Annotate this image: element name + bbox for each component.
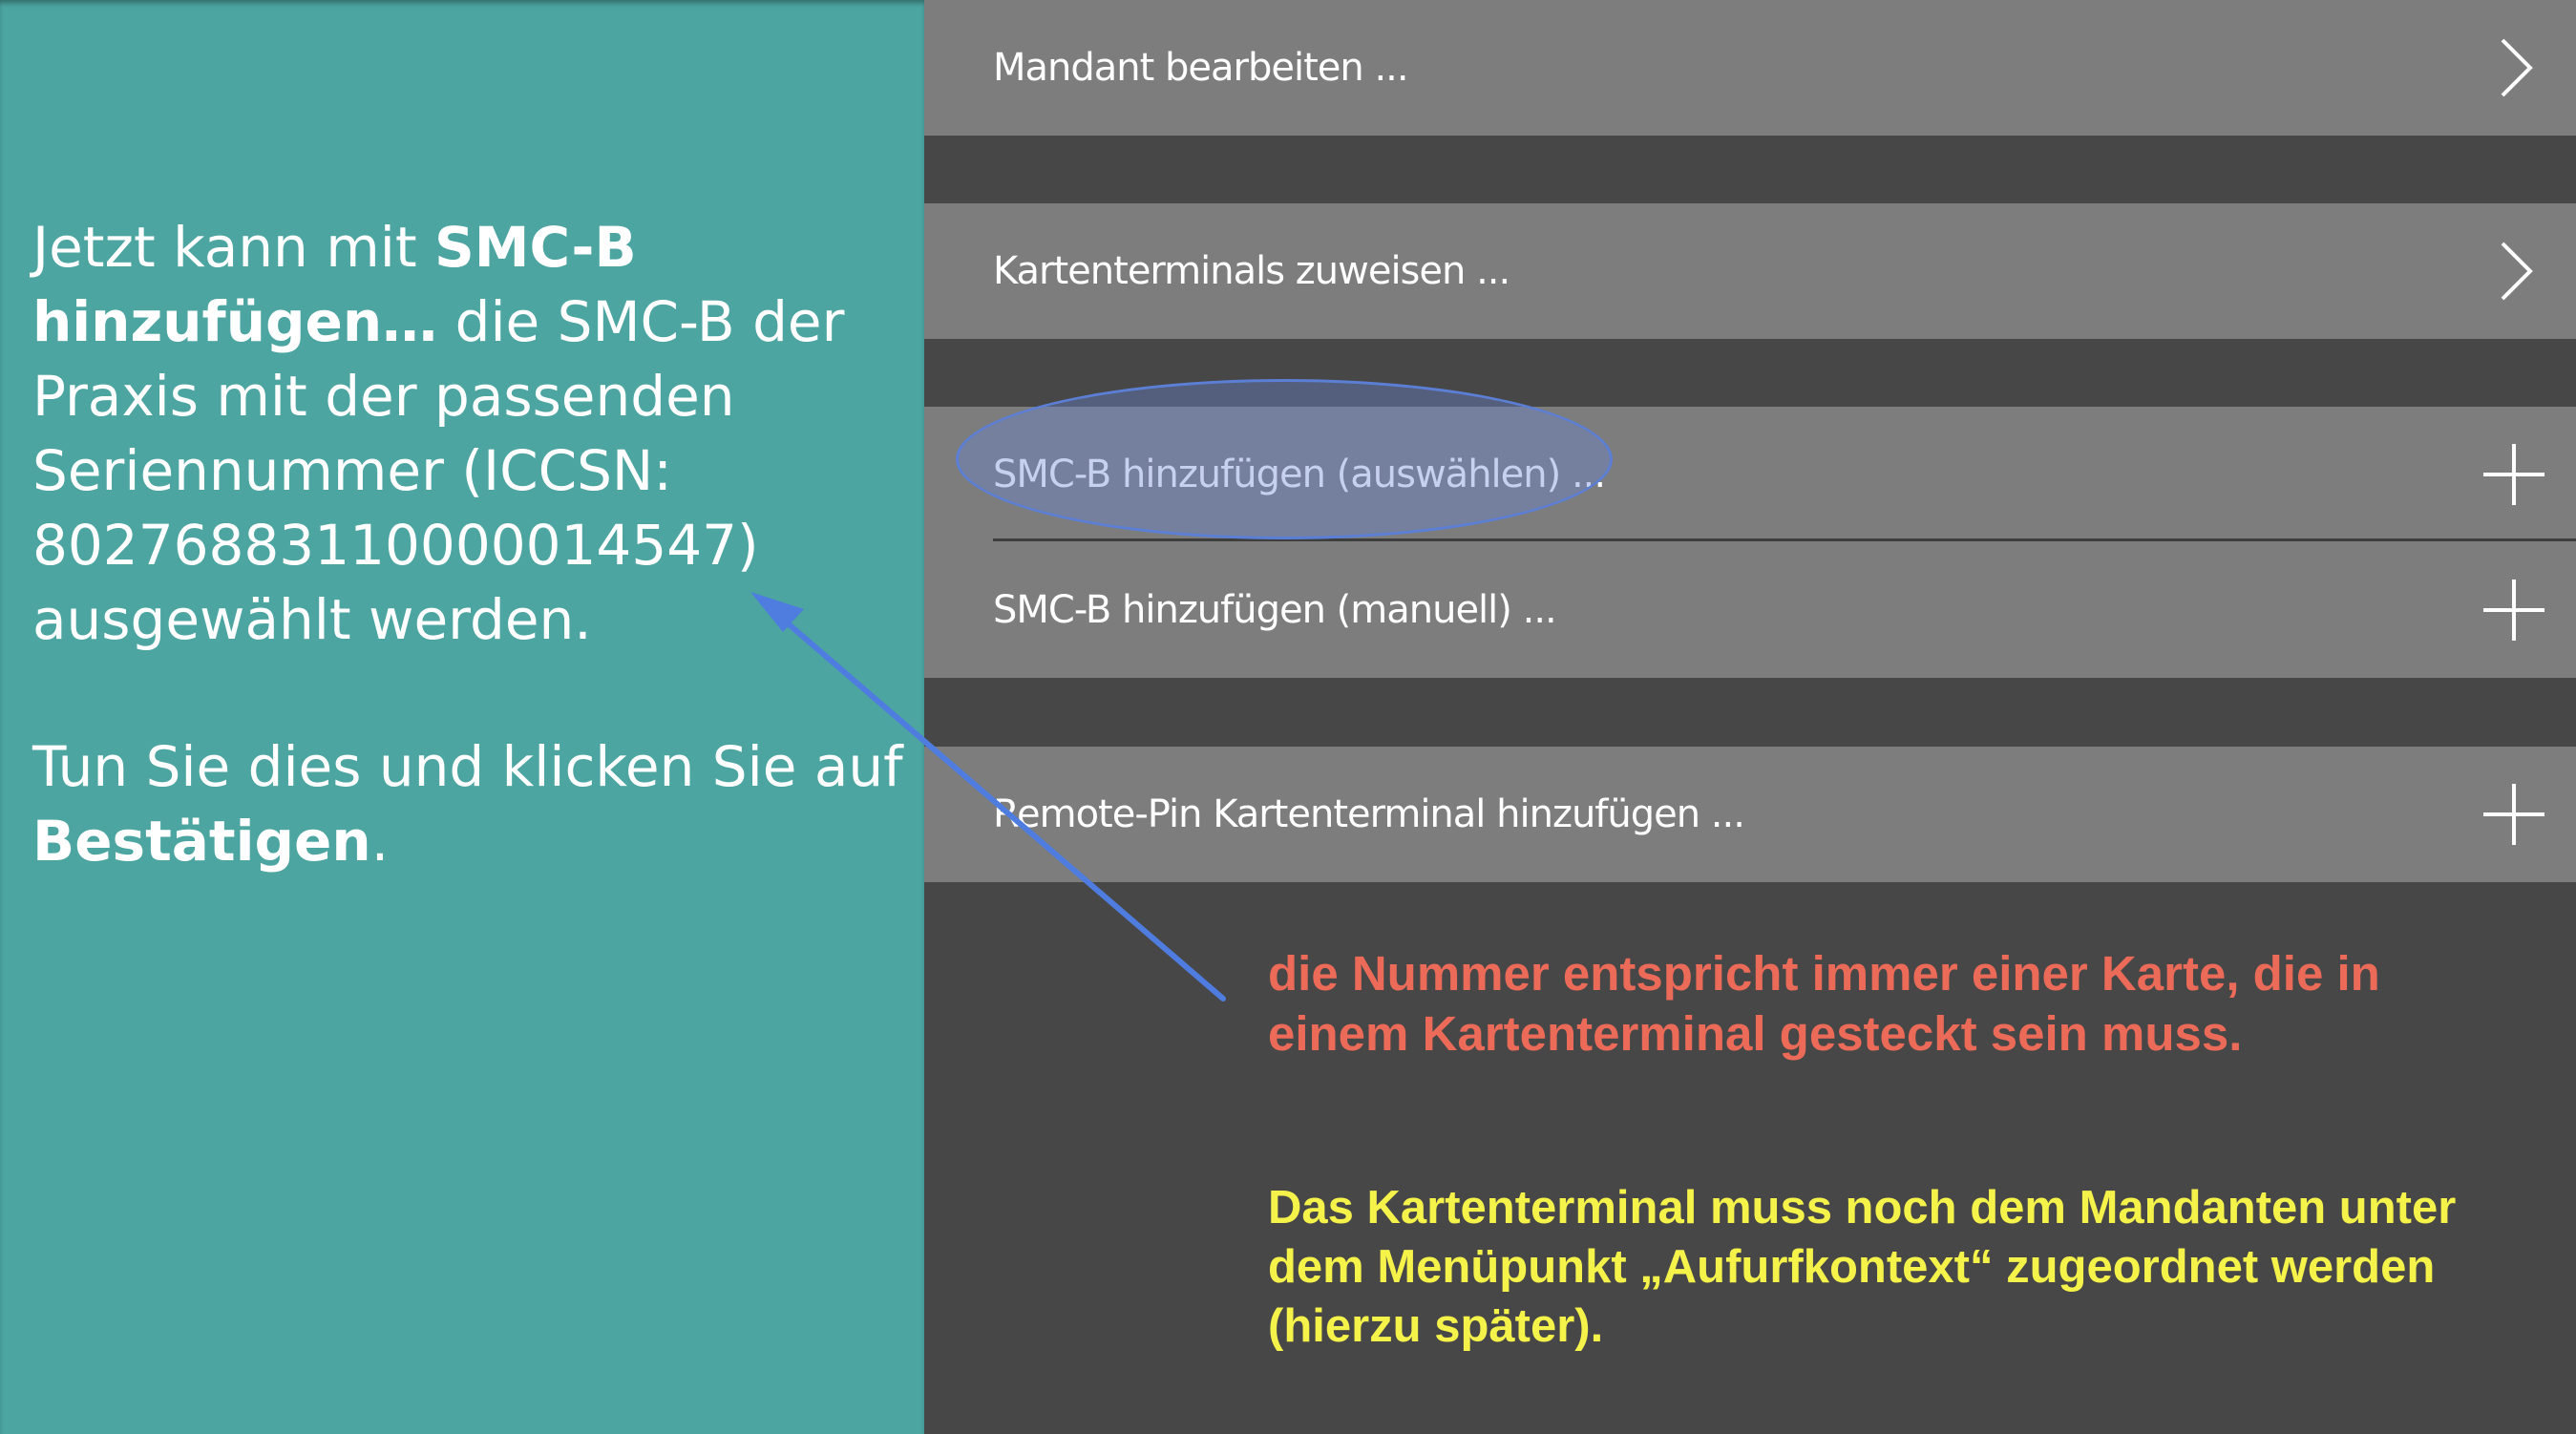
note-terminal-assignment: Das Kartenterminal muss noch dem Mandant… (1268, 1182, 2457, 1352)
note-card-number: die Nummer entspricht immer einer Karte,… (1268, 946, 2380, 1061)
